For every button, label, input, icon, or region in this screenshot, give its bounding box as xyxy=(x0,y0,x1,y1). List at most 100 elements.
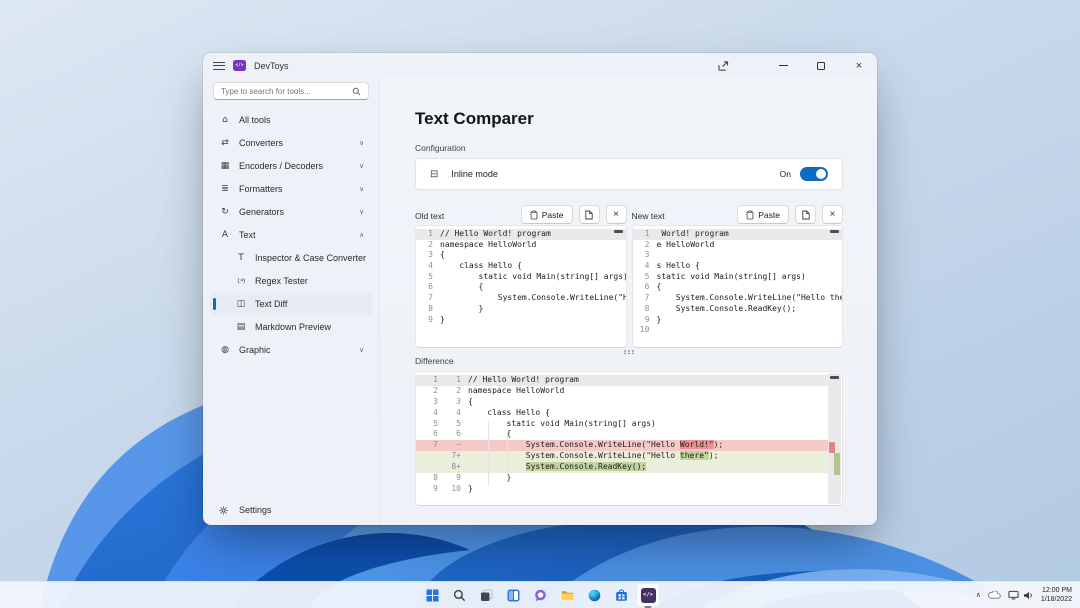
volume-icon xyxy=(1023,591,1034,600)
toggle-state-label: On xyxy=(780,169,791,179)
diff-line-text: } xyxy=(461,473,828,484)
search-icon xyxy=(352,87,361,96)
converters-icon: ⇄ xyxy=(219,138,231,148)
taskbar: </> ∧ 12:00 PM 1/18/2022 xyxy=(0,581,1080,608)
all-tools-icon: ⌂ xyxy=(219,115,231,125)
sidebar-item-converters[interactable]: ⇄Converters∨ xyxy=(210,132,372,154)
line-number: 1 xyxy=(416,229,440,240)
new-clear-button[interactable]: × xyxy=(822,205,843,224)
close-button[interactable]: × xyxy=(851,59,867,73)
search-icon xyxy=(453,589,466,602)
diff-line-text: // Hello World! program xyxy=(461,375,828,386)
new-line-number: 3 xyxy=(438,397,461,408)
store-icon xyxy=(615,589,628,602)
diff-line-text: System.Console.ReadKey(); xyxy=(461,462,828,473)
old-line-number: 8 xyxy=(416,473,438,484)
folder-icon xyxy=(561,589,574,602)
code-line: 6{ xyxy=(633,282,843,293)
code-line: 2namespace HelloWorld xyxy=(416,240,626,251)
hamburger-menu-icon[interactable] xyxy=(213,62,225,70)
chat-button[interactable] xyxy=(528,583,552,607)
sidebar-item-regex-tester[interactable]: (.*)Regex Tester xyxy=(210,270,372,292)
diff-line: 910} xyxy=(416,484,828,495)
old-text-editor[interactable]: 1// Hello World! program2namespace Hello… xyxy=(415,225,627,348)
clock[interactable]: 12:00 PM 1/18/2022 xyxy=(1041,586,1072,604)
onedrive-cloud-icon[interactable] xyxy=(988,591,1001,599)
tray-chevron-icon[interactable]: ∧ xyxy=(976,591,981,599)
clear-icon: × xyxy=(830,211,836,219)
line-text: } xyxy=(440,304,626,315)
maximize-button[interactable] xyxy=(813,59,829,73)
diff-line-added: 8+ System.Console.ReadKey(); xyxy=(416,462,828,473)
added-mark xyxy=(834,453,840,475)
edge-icon xyxy=(588,589,601,602)
sidebar-item-settings[interactable]: Settings xyxy=(210,499,372,521)
sidebar-item-graphic[interactable]: ◍Graphic∨ xyxy=(210,339,372,361)
sidebar-nav: ⌂All tools⇄Converters∨▦Encoders / Decode… xyxy=(203,109,379,499)
scrollbar-thumb[interactable] xyxy=(614,230,623,233)
line-number: 9 xyxy=(416,315,440,326)
sidebar-item-text[interactable]: AText∧ xyxy=(210,224,372,246)
diff-line: 89 } xyxy=(416,473,828,484)
search-box[interactable] xyxy=(213,82,369,100)
new-open-file-button[interactable] xyxy=(795,205,816,224)
search-input[interactable] xyxy=(221,87,352,96)
titlebar[interactable]: </> DevToys × xyxy=(203,53,877,78)
splitter-grip[interactable] xyxy=(624,350,634,354)
compact-overlay-icon[interactable] xyxy=(715,59,731,73)
old-clear-button[interactable]: × xyxy=(606,205,627,224)
diff-line-text: { xyxy=(461,429,828,440)
sidebar-item-markdown-preview[interactable]: ▤Markdown Preview xyxy=(210,316,372,338)
sidebar-item-all-tools[interactable]: ⌂All tools xyxy=(210,109,372,131)
sidebar-item-inspector-case-converter[interactable]: T Inspector & Case Converter xyxy=(210,247,372,269)
line-text xyxy=(657,250,843,261)
windows-logo-icon xyxy=(426,589,439,602)
line-number: 10 xyxy=(633,325,657,336)
sidebar-item-formatters[interactable]: ≣Formatters∨ xyxy=(210,178,372,200)
line-text: } xyxy=(657,315,843,326)
line-text: s Hello { xyxy=(657,261,843,272)
minimize-button[interactable] xyxy=(775,59,791,73)
changed-word: there" xyxy=(680,451,709,460)
taskbar-devtoys-button[interactable]: </> xyxy=(636,583,660,607)
edge-button[interactable] xyxy=(582,583,606,607)
file-explorer-button[interactable] xyxy=(555,583,579,607)
inline-mode-label: Inline mode xyxy=(451,169,779,179)
line-number: 2 xyxy=(633,240,657,251)
new-text-editor[interactable]: 1 World! program2e HelloWorld34s Hello {… xyxy=(632,225,844,348)
generators-icon: ↻ xyxy=(219,207,231,217)
old-paste-button[interactable]: Paste xyxy=(521,205,573,224)
inspector-case-converter-icon: T xyxy=(235,253,247,263)
taskbar-search-button[interactable] xyxy=(447,583,471,607)
task-view-button[interactable] xyxy=(474,583,498,607)
difference-panel[interactable]: 11// Hello World! program22namespace Hel… xyxy=(415,371,843,506)
store-button[interactable] xyxy=(609,583,633,607)
widgets-button[interactable] xyxy=(501,583,525,607)
sidebar-item-text-diff[interactable]: ◫Text Diff xyxy=(210,293,372,315)
nav-item-label: Formatters xyxy=(239,184,283,194)
old-open-file-button[interactable] xyxy=(579,205,600,224)
line-text: namespace HelloWorld xyxy=(440,240,626,251)
indent-guide xyxy=(507,431,508,475)
toggle-knob xyxy=(816,169,826,179)
formatters-icon: ≣ xyxy=(219,184,231,194)
sidebar-item-encoders-decoders[interactable]: ▦Encoders / Decoders∨ xyxy=(210,155,372,177)
code-line: 6 { xyxy=(416,282,626,293)
quick-settings[interactable] xyxy=(1008,590,1034,600)
nav-item-label: Generators xyxy=(239,207,284,217)
nav-item-label: Inspector & Case Converter xyxy=(255,253,366,263)
difference-scrollbar[interactable] xyxy=(828,373,841,504)
new-text-label: New text xyxy=(632,211,738,224)
code-line: 8 } xyxy=(416,304,626,315)
sidebar-item-generators[interactable]: ↻Generators∨ xyxy=(210,201,372,223)
clipboard-icon xyxy=(746,210,754,220)
clock-date: 1/18/2022 xyxy=(1041,595,1072,604)
new-paste-button[interactable]: Paste xyxy=(737,205,789,224)
code-line: 5 static void Main(string[] args) xyxy=(416,272,626,283)
start-button[interactable] xyxy=(420,583,444,607)
inline-mode-toggle[interactable] xyxy=(800,167,828,181)
scrollbar-thumb[interactable] xyxy=(830,230,839,233)
old-text-label: Old text xyxy=(415,211,521,224)
task-view-icon xyxy=(480,589,493,602)
scrollbar-thumb[interactable] xyxy=(830,376,839,379)
